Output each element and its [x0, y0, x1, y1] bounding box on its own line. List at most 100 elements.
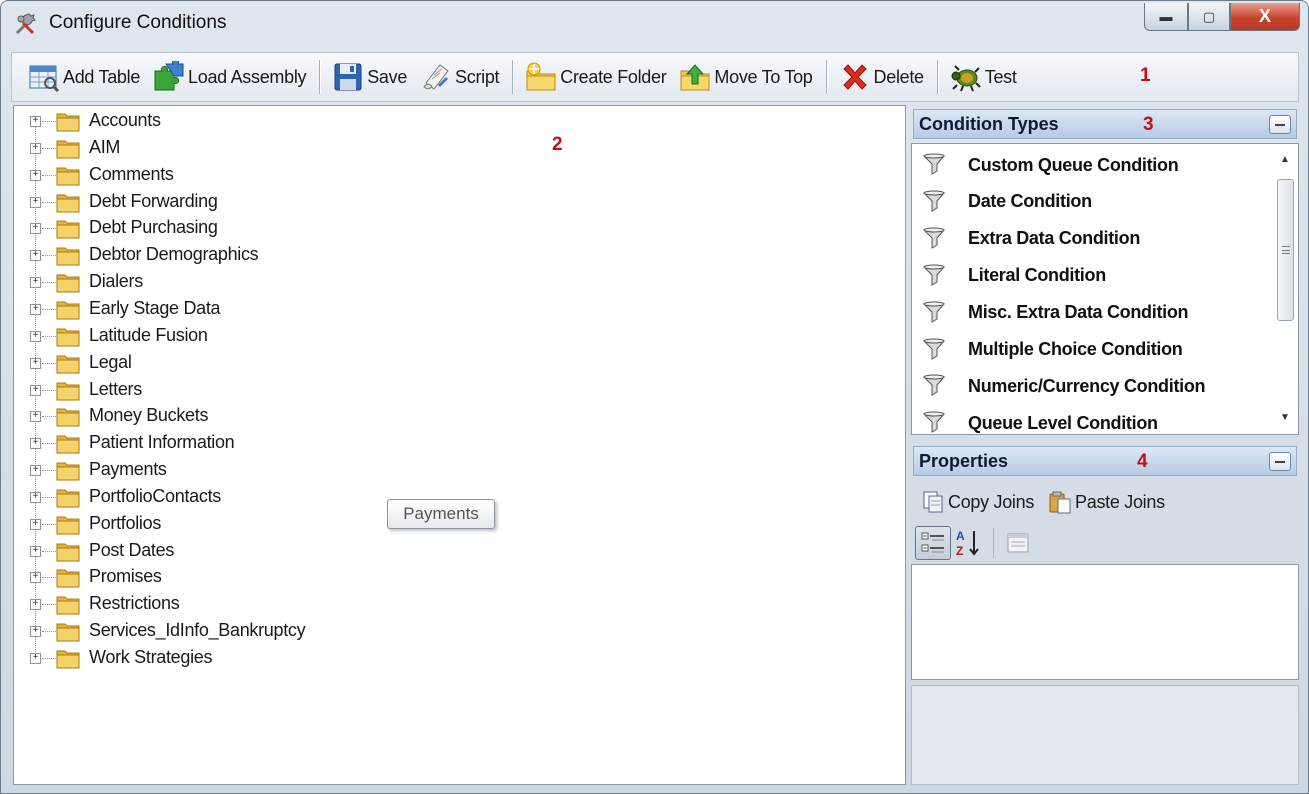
table-tree-view[interactable]: + Accounts + AIM + Comments + Debt Forwarding + D… [13, 105, 906, 785]
save-button[interactable]: Save [326, 57, 412, 97]
condition-type-item[interactable]: Numeric/Currency Condition [922, 371, 1206, 401]
tree-connector [42, 443, 56, 445]
tree-item-label: Restrictions [89, 593, 180, 614]
condition-type-item[interactable]: Misc. Extra Data Condition [922, 298, 1189, 328]
condition-type-item[interactable]: Custom Queue Condition [922, 150, 1179, 180]
collapse-properties-button[interactable] [1269, 452, 1291, 471]
scroll-down-arrow[interactable]: ▼ [1280, 412, 1290, 423]
tree-item[interactable]: + Accounts [14, 108, 414, 134]
categorized-icon [921, 532, 944, 553]
maximize-button[interactable]: ▢ [1188, 3, 1230, 31]
folder-icon [56, 110, 80, 132]
close-button[interactable]: X [1230, 3, 1300, 31]
tree-item[interactable]: + Services_IdInfo_Bankruptcy [14, 618, 414, 644]
tree-item[interactable]: + Legal [14, 350, 414, 376]
properties-header: Properties 4 [913, 446, 1297, 476]
expand-icon[interactable]: + [30, 491, 41, 503]
expand-icon[interactable]: + [30, 303, 41, 315]
tree-item[interactable]: + Debt Forwarding [14, 189, 414, 215]
folder-icon [56, 191, 80, 213]
expand-icon[interactable]: + [30, 518, 41, 530]
tree-item[interactable]: + Debt Purchasing [14, 215, 414, 241]
tree-connector [42, 658, 56, 659]
expand-icon[interactable]: + [30, 223, 41, 235]
expand-icon[interactable]: + [30, 250, 41, 262]
move-to-top-button[interactable]: Move To Top [673, 57, 817, 97]
folder-icon [56, 459, 80, 481]
tree-connector [42, 335, 56, 337]
create-folder-button[interactable]: Create Folder [519, 57, 671, 97]
tools-icon [15, 13, 36, 35]
tree-item[interactable]: + Restrictions [14, 591, 414, 617]
toolbar-separator [936, 60, 938, 94]
alphabetical-sort-button[interactable]: A Z [951, 526, 987, 560]
condition-type-item[interactable]: Queue Level Condition [922, 408, 1158, 434]
tree-item[interactable]: + Dialers [14, 269, 414, 295]
scroll-up-arrow[interactable]: ▲ [1280, 154, 1290, 165]
folder-icon [56, 298, 80, 320]
expand-icon[interactable]: + [30, 277, 41, 289]
condition-type-item[interactable]: Multiple Choice Condition [922, 335, 1183, 365]
condition-types-list[interactable]: Custom Queue Condition Date Condition Extr… [911, 143, 1299, 435]
tree-connector [42, 147, 56, 149]
condition-type-item[interactable]: Extra Data Condition [922, 224, 1140, 254]
tree-item[interactable]: + Comments [14, 162, 414, 188]
expand-icon[interactable]: + [30, 545, 41, 557]
tree-item[interactable]: + Debtor Demographics [14, 242, 414, 268]
expand-icon[interactable]: + [30, 357, 41, 369]
expand-icon[interactable]: + [30, 599, 41, 611]
tree-item[interactable]: + Early Stage Data [14, 296, 414, 322]
condition-type-label: Custom Queue Condition [968, 154, 1179, 175]
expand-icon[interactable]: + [30, 384, 41, 396]
condition-types-scrollbar[interactable]: ▲ ▼ [1274, 146, 1296, 432]
tree-item[interactable]: + Latitude Fusion [14, 323, 414, 349]
tree-item[interactable]: + Portfolios [14, 511, 414, 537]
tree-item[interactable]: + PortfolioContacts [14, 484, 414, 510]
tree-item-label: Patient Information [89, 432, 235, 453]
funnel-icon [922, 337, 948, 363]
property-grid-toolbar: A Z [913, 524, 1297, 562]
property-grid[interactable] [911, 564, 1299, 680]
categorized-button[interactable] [915, 526, 951, 560]
tree-item[interactable]: + Patient Information [14, 430, 414, 456]
tree-connector [42, 550, 56, 552]
condition-type-label: Extra Data Condition [968, 228, 1141, 249]
condition-type-item[interactable]: Literal Condition [922, 261, 1106, 291]
title-bar[interactable]: Configure Conditions ▬ ▢ X [1, 1, 1308, 47]
collapse-condition-types-button[interactable] [1269, 115, 1291, 134]
add-table-button[interactable]: Add Table [22, 57, 145, 97]
callout-2: 2 [552, 134, 563, 155]
tree-item[interactable]: + Promises [14, 564, 414, 590]
tree-item[interactable]: + Money Buckets [14, 403, 414, 429]
expand-icon[interactable]: + [30, 626, 41, 638]
expand-icon[interactable]: + [30, 330, 41, 342]
test-button[interactable]: Test [944, 57, 1022, 97]
script-button[interactable]: Script [414, 57, 504, 97]
tree-item[interactable]: + Post Dates [14, 538, 414, 564]
minimize-button[interactable]: ▬ [1144, 3, 1188, 31]
tree-item[interactable]: + Letters [14, 377, 414, 403]
sort-az-icon: A Z [956, 529, 979, 558]
tree-item[interactable]: + Payments [14, 457, 414, 483]
tree-item[interactable]: + Work Strategies [14, 645, 414, 671]
expand-icon[interactable]: + [30, 411, 41, 423]
delete-button[interactable]: Delete [833, 57, 929, 97]
tree-item[interactable]: + AIM [14, 135, 414, 161]
expand-icon[interactable]: + [30, 653, 41, 664]
funnel-icon [922, 300, 948, 326]
expand-icon[interactable]: + [30, 116, 41, 127]
expand-icon[interactable]: + [30, 196, 41, 208]
folder-icon [56, 137, 80, 159]
expand-icon[interactable]: + [30, 465, 41, 477]
expand-icon[interactable]: + [30, 142, 41, 154]
property-pages-button[interactable] [1000, 526, 1036, 560]
condition-type-item[interactable]: Date Condition [922, 187, 1092, 217]
expand-icon[interactable]: + [30, 438, 41, 450]
load-assembly-button[interactable]: Load Assembly [147, 57, 311, 97]
scroll-thumb[interactable] [1277, 179, 1294, 321]
properties-toolbar: Copy Joins Paste Joins [913, 482, 1297, 522]
paste-joins-button[interactable]: Paste Joins [1048, 490, 1165, 514]
expand-icon[interactable]: + [30, 572, 41, 584]
expand-icon[interactable]: + [30, 169, 41, 181]
copy-joins-button[interactable]: Copy Joins [921, 490, 1034, 514]
